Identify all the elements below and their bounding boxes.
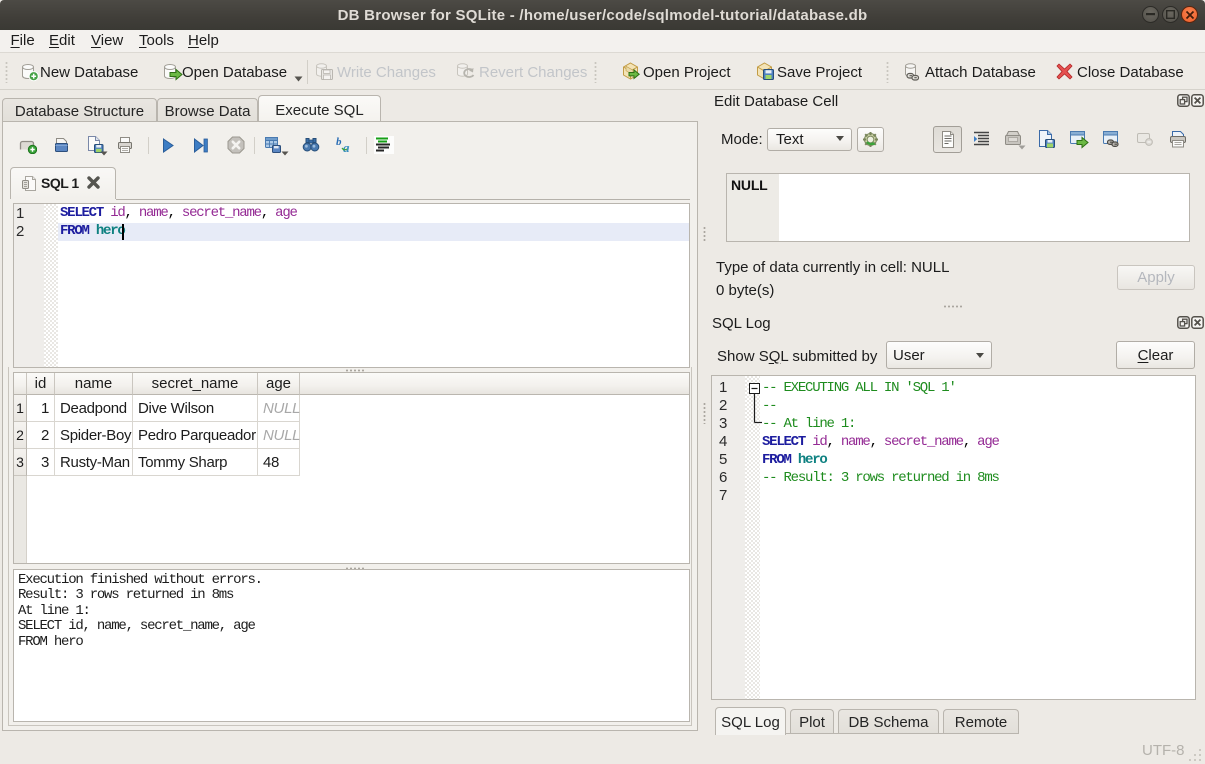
svg-text:b: b	[336, 136, 342, 148]
svg-text:a: a	[343, 140, 350, 154]
